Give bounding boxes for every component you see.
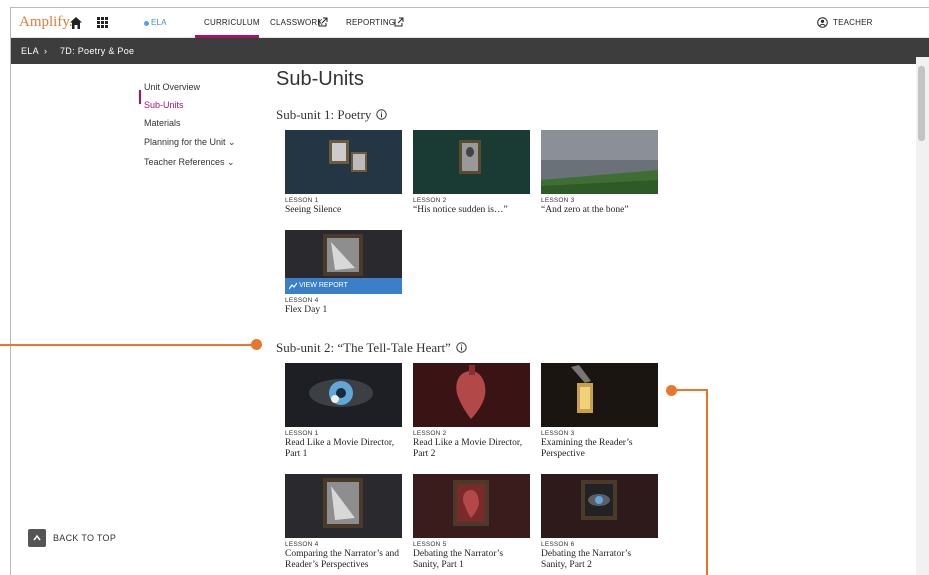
- page-title: Sub-Units: [276, 68, 364, 90]
- lesson-title[interactable]: Examining the Reader’s Perspective: [541, 438, 658, 460]
- annotation-dot: [666, 385, 677, 396]
- breadcrumb-ela[interactable]: ELA: [21, 46, 39, 56]
- lesson-number: LESSON 4: [285, 541, 319, 548]
- lesson-number: LESSON 3: [541, 430, 575, 437]
- lesson-card[interactable]: LESSON 2 “His notice sudden is…”: [413, 130, 530, 216]
- nav-curriculum[interactable]: CURRICULUM: [204, 18, 260, 27]
- nav-classwork[interactable]: CLASSWORK: [270, 18, 323, 27]
- lesson-title[interactable]: “His notice sudden is…”: [413, 205, 530, 216]
- nav-reporting[interactable]: REPORTING: [346, 18, 395, 27]
- lesson-title[interactable]: “And zero at the bone”: [541, 205, 658, 216]
- lesson-thumbnail[interactable]: [285, 130, 402, 194]
- lesson-title[interactable]: Read Like a Movie Director, Part 2: [413, 438, 530, 460]
- lesson-card[interactable]: LESSON 3 “And zero at the bone”: [541, 130, 658, 216]
- lesson-card[interactable]: LESSON 1 Seeing Silence: [285, 130, 402, 216]
- lesson-number: LESSON 5: [413, 541, 447, 548]
- annotation-dot: [251, 339, 262, 350]
- sidebar-item-planning[interactable]: Planning for the Unit ⌄: [144, 137, 236, 148]
- view-report-button[interactable]: VIEW REPORT: [285, 278, 402, 294]
- lesson-number: LESSON 1: [285, 430, 319, 437]
- back-to-top-label: BACK TO TOP: [53, 533, 117, 543]
- external-link-icon: [318, 17, 328, 27]
- scrollbar-thumb[interactable]: [918, 66, 925, 141]
- annotation-line: [0, 344, 255, 346]
- annotation-line: [706, 389, 708, 575]
- lesson-thumbnail[interactable]: [541, 363, 658, 427]
- lesson-number: LESSON 3: [541, 197, 575, 204]
- sidebar-active-indicator: [139, 90, 141, 104]
- info-icon[interactable]: [456, 342, 467, 353]
- lesson-title[interactable]: Debating the Narrator’s Sanity, Part 2: [541, 549, 658, 571]
- home-icon[interactable]: [69, 16, 83, 30]
- subunit-1-title: Sub-unit 1: Poetry: [276, 107, 372, 122]
- nav-ela[interactable]: ELA: [151, 18, 167, 27]
- lesson-card[interactable]: LESSON 1 Read Like a Movie Director, Par…: [285, 363, 402, 460]
- lesson-thumbnail[interactable]: VIEW REPORT: [285, 230, 402, 294]
- lesson-number: LESSON 2: [413, 430, 447, 437]
- breadcrumb-unit[interactable]: 7D: Poetry & Poe: [60, 46, 134, 56]
- sidebar-item-teacher-references[interactable]: Teacher References ⌄: [144, 157, 235, 168]
- lesson-thumbnail[interactable]: [413, 363, 530, 427]
- chart-trend-icon: [289, 282, 297, 290]
- sidebar-item-materials[interactable]: Materials: [144, 118, 181, 128]
- lesson-thumbnail[interactable]: [285, 363, 402, 427]
- lesson-title[interactable]: Read Like a Movie Director, Part 1: [285, 438, 402, 460]
- lesson-number: LESSON 6: [541, 541, 575, 548]
- info-icon[interactable]: [376, 109, 388, 120]
- lesson-card[interactable]: LESSON 3 Examining the Reader’s Perspect…: [541, 363, 658, 460]
- lesson-thumbnail[interactable]: [413, 130, 530, 194]
- lesson-number: LESSON 1: [285, 197, 319, 204]
- lesson-title[interactable]: Comparing the Narrator’s and Reader’s Pe…: [285, 549, 402, 571]
- lesson-thumbnail[interactable]: [413, 474, 530, 538]
- lesson-card[interactable]: VIEW REPORT LESSON 4 Flex Day 1: [285, 230, 402, 316]
- lesson-card[interactable]: LESSON 6 Debating the Narrator’s Sanity,…: [541, 474, 658, 571]
- lesson-thumbnail[interactable]: [541, 474, 658, 538]
- sidebar-item-unit-overview[interactable]: Unit Overview: [144, 82, 200, 92]
- user-circle-icon[interactable]: [817, 17, 828, 28]
- lesson-thumbnail[interactable]: [541, 130, 658, 194]
- external-link-icon: [394, 17, 404, 27]
- lesson-thumbnail[interactable]: [285, 474, 402, 538]
- lesson-title[interactable]: Seeing Silence: [285, 205, 402, 216]
- top-nav: Amplify. ELA CURRICULUM CLASSWORK REPORT…: [11, 8, 929, 38]
- ela-dot-icon: [144, 21, 149, 26]
- lesson-card[interactable]: LESSON 5 Debating the Narrator’s Sanity,…: [413, 474, 530, 571]
- subunit-title: Sub-unit 1: Poetry: [276, 107, 388, 123]
- sidebar-item-sub-units[interactable]: Sub-Units: [144, 100, 184, 110]
- subunit-2-title: Sub-unit 2: “The Tell-Tale Heart”: [276, 340, 451, 355]
- lesson-card[interactable]: LESSON 4 Comparing the Narrator’s and Re…: [285, 474, 402, 571]
- lesson-title[interactable]: Debating the Narrator’s Sanity, Part 1: [413, 549, 530, 571]
- lesson-number: LESSON 2: [413, 197, 447, 204]
- app-frame: Amplify. ELA CURRICULUM CLASSWORK REPORT…: [10, 7, 929, 575]
- apps-grid-icon[interactable]: [97, 17, 108, 28]
- breadcrumb: ELA › 7D: Poetry & Poe: [11, 38, 929, 64]
- user-menu[interactable]: TEACHER: [833, 18, 873, 27]
- lesson-title[interactable]: Flex Day 1: [285, 305, 402, 316]
- lesson-card[interactable]: LESSON 2 Read Like a Movie Director, Par…: [413, 363, 530, 460]
- view-report-label: VIEW REPORT: [299, 282, 348, 289]
- chevron-up-icon: [28, 529, 46, 547]
- subunit-title: Sub-unit 2: “The Tell-Tale Heart”: [276, 340, 467, 356]
- lesson-number: LESSON 4: [285, 297, 319, 304]
- amplify-logo[interactable]: Amplify.: [19, 14, 73, 31]
- breadcrumb-separator: ›: [44, 46, 48, 56]
